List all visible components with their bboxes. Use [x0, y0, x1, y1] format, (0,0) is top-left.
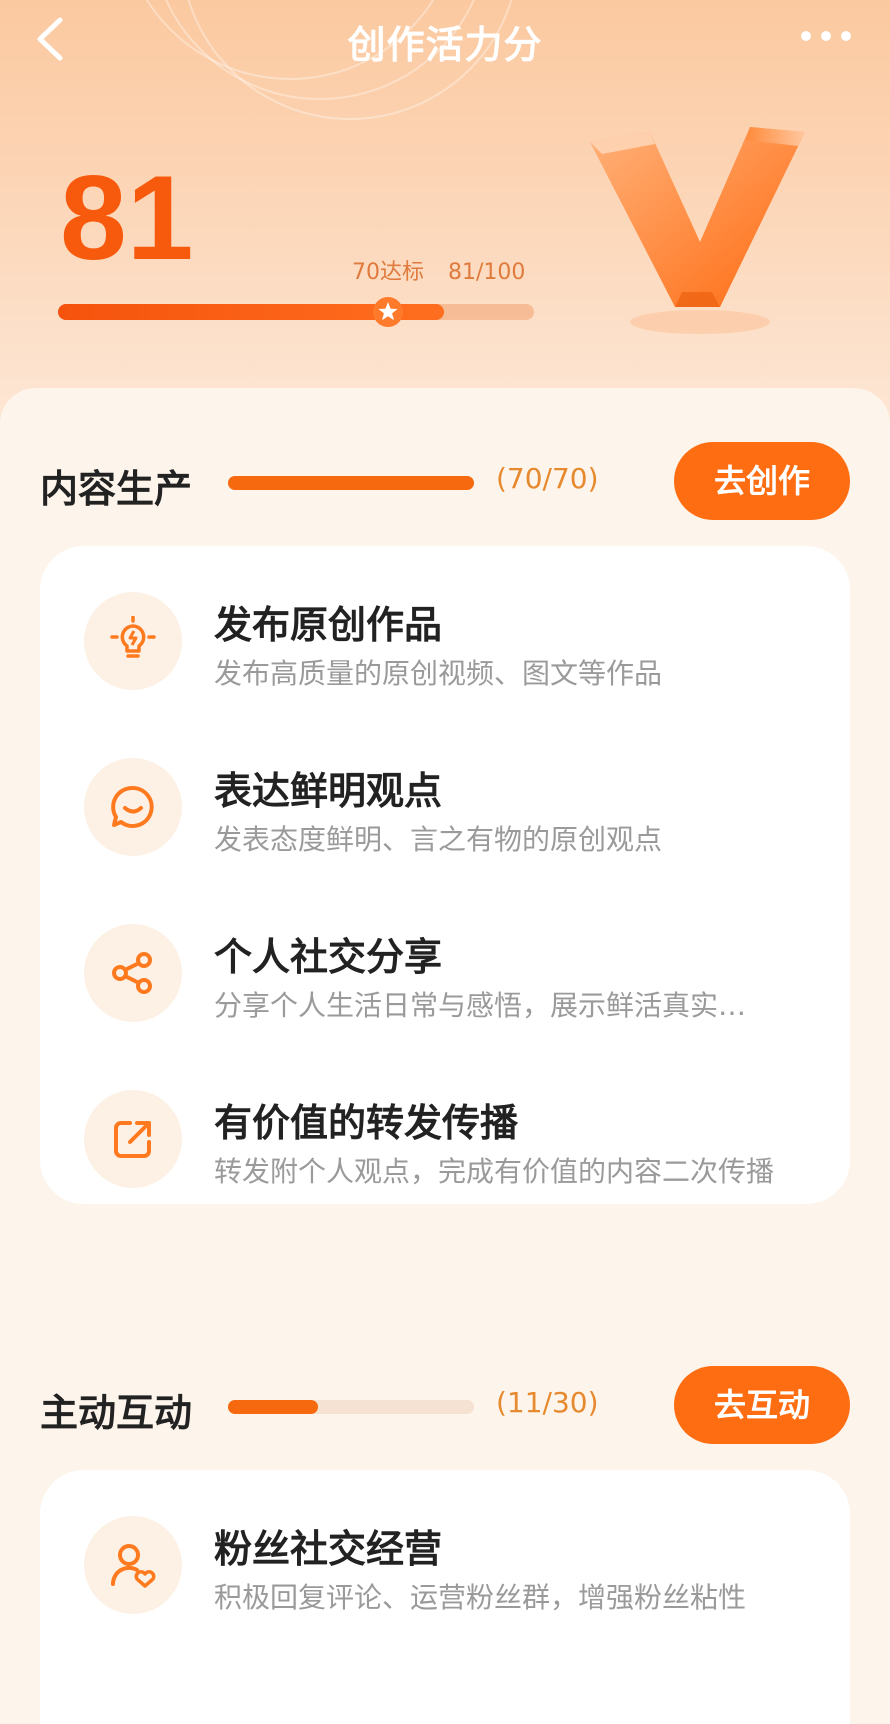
item-icon-bg	[84, 758, 182, 856]
section-progress-bar	[228, 476, 474, 490]
item-title: 有价值的转发传播	[214, 1101, 519, 1145]
score-progress-bar	[58, 304, 534, 320]
section-title: 主动互动	[40, 1391, 193, 1435]
v-badge-icon	[590, 127, 805, 334]
user-heart-icon	[110, 1544, 156, 1588]
section-count: (11/30)	[496, 1386, 599, 1419]
item-title: 表达鲜明观点	[214, 769, 443, 813]
item-icon-bg	[84, 592, 182, 690]
bulb-icon	[110, 616, 156, 658]
section-progress-bar	[228, 1400, 474, 1414]
hero-header: 创作活力分 81 70达标 81/100	[0, 0, 890, 440]
score-meta: 70达标 81/100	[352, 254, 525, 286]
go-create-button[interactable]: 去创作	[674, 442, 850, 520]
forward-icon	[114, 1121, 151, 1158]
go-interact-button[interactable]: 去互动	[674, 1366, 850, 1444]
section-active-interaction: 主动互动 (11/30) 去互动	[0, 1366, 890, 1446]
chat-bubble-icon	[111, 786, 154, 828]
item-desc: 转发附个人观点，完成有价值的内容二次传播	[214, 1155, 775, 1188]
item-desc: 分享个人生活日常与感悟，展示鲜活真实…	[214, 989, 747, 1022]
section-progress-fill	[228, 1400, 319, 1414]
vitality-score: 81	[60, 151, 194, 285]
item-desc: 发布高质量的原创视频、图文等作品	[214, 657, 663, 690]
list-item[interactable]: 粉丝社交经营 积极回复评论、运营粉丝群，增强粉丝粘性	[40, 1492, 850, 1642]
item-icon-bg	[84, 1516, 182, 1614]
item-title: 发布原创作品	[214, 603, 443, 647]
more-icon[interactable]	[798, 28, 854, 44]
share-icon	[112, 952, 152, 994]
task-card: 粉丝社交经营 积极回复评论、运营粉丝群，增强粉丝粘性	[40, 1470, 850, 1724]
item-title: 个人社交分享	[214, 935, 443, 979]
page-title: 创作活力分	[347, 23, 543, 67]
task-card: 发布原创作品 发布高质量的原创视频、图文等作品 表达鲜明观点 发表态度鲜明、言之…	[40, 546, 850, 1204]
score-fraction: 81/100	[448, 260, 526, 285]
item-icon-bg	[84, 924, 182, 1022]
list-item[interactable]: 发布原创作品 发布高质量的原创视频、图文等作品	[40, 568, 850, 718]
section-count: (70/70)	[496, 462, 599, 495]
item-desc: 发表态度鲜明、言之有物的原创观点	[214, 823, 663, 856]
list-item[interactable]: 表达鲜明观点 发表态度鲜明、言之有物的原创观点	[40, 734, 850, 884]
item-icon-bg	[84, 1090, 182, 1188]
item-title: 粉丝社交经营	[214, 1527, 443, 1571]
list-item[interactable]: 个人社交分享 分享个人生活日常与感悟，展示鲜活真实…	[40, 900, 850, 1050]
content-panel: 内容生产 (70/70) 去创作 发布原创作品 发布高质量的原创视频、图文等作品	[0, 388, 890, 1724]
section-progress-fill	[228, 476, 474, 490]
nav-bar: 创作活力分	[0, 0, 890, 80]
list-item[interactable]: 有价值的转发传播 转发附个人观点，完成有价值的内容二次传播	[40, 1066, 850, 1216]
target-label: 70达标	[352, 260, 424, 285]
star-icon	[373, 297, 403, 327]
item-desc: 积极回复评论、运营粉丝群，增强粉丝粘性	[214, 1581, 747, 1614]
section-title: 内容生产	[40, 467, 193, 511]
section-content-production: 内容生产 (70/70) 去创作	[0, 442, 890, 522]
